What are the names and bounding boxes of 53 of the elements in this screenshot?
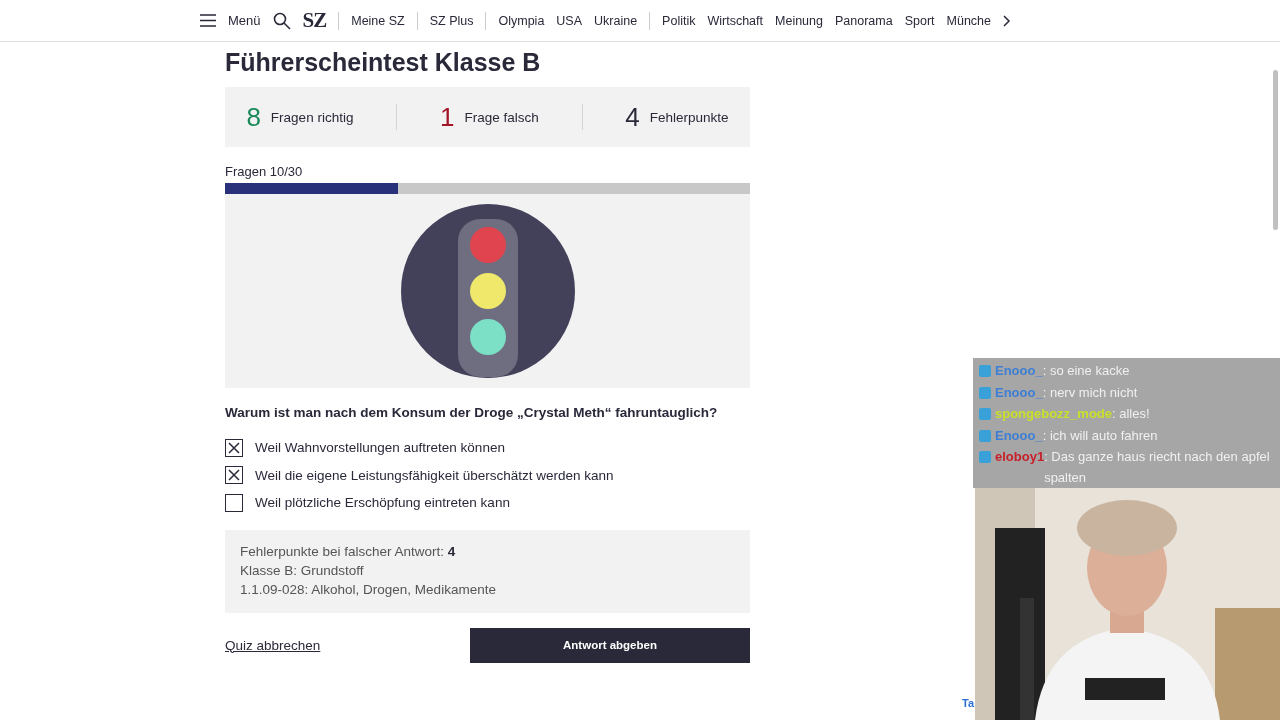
chat-username: Enooo_ xyxy=(995,383,1043,402)
chat-username: Enooo_ xyxy=(995,426,1043,445)
menu-label[interactable]: Menü xyxy=(228,13,261,28)
chat-username: Enooo_ xyxy=(995,362,1043,380)
chat-message: : alles! xyxy=(1112,405,1151,423)
page-title: Führerscheintest Klasse B xyxy=(225,48,542,77)
cancel-quiz-link[interactable]: Quiz abbrechen xyxy=(225,637,321,653)
answer-label[interactable]: Weil die eigene Leistungsfähigkeit überschätzt werden kann xyxy=(255,467,614,483)
info-text: 1.1.09-028: Alkohol, Drogen, Medikamente xyxy=(240,581,497,597)
answer-checkbox[interactable] xyxy=(225,438,243,457)
scrollbar[interactable] xyxy=(1273,70,1278,230)
nav-link[interactable]: Wirtschaft xyxy=(707,13,763,28)
score-label: Frage falsch xyxy=(464,109,539,125)
chat-badge-icon xyxy=(979,408,991,420)
score-label: Fragen richtig xyxy=(270,109,354,125)
answer-checkbox[interactable] xyxy=(225,466,243,485)
nav-link[interactable]: Politik xyxy=(662,13,696,28)
nav-link[interactable]: SZ Plus xyxy=(429,13,474,28)
score-number: 1 xyxy=(439,101,455,133)
info-text: Fehlerpunkte bei falscher Antwort: 4 xyxy=(240,543,457,559)
logo[interactable]: SZ xyxy=(302,8,327,33)
score-label: Fehlerpunkte xyxy=(649,109,729,125)
question-text: Warum ist man nach dem Konsum der Droge „Crystal Meth“ fahruntauglich? xyxy=(225,405,719,420)
chat-message: : so eine kacke xyxy=(1042,362,1131,380)
chat-badge-icon xyxy=(979,429,991,442)
nav-link[interactable]: Münche xyxy=(946,13,992,28)
nav-link[interactable]: Olympia xyxy=(498,13,545,28)
score-number: 8 xyxy=(246,101,261,133)
nav-link[interactable]: Ukraine xyxy=(594,13,638,28)
answer-checkbox[interactable] xyxy=(225,493,243,512)
submit-answer-button[interactable]: Antwort abgeben xyxy=(470,627,750,663)
score-number: 4 xyxy=(625,101,640,133)
chat-message: : nerv mich nicht xyxy=(1042,383,1139,402)
chat-badge-icon xyxy=(979,386,991,399)
menu-icon[interactable] xyxy=(200,14,216,27)
search-icon[interactable] xyxy=(272,11,291,30)
info-text: Klasse B: Grundstoff xyxy=(240,562,365,578)
nav-link[interactable]: Meinung xyxy=(775,13,823,28)
nav-link[interactable]: Panorama xyxy=(834,13,893,28)
nav-link[interactable]: Meine SZ xyxy=(351,13,405,28)
answer-label[interactable]: Weil plötzliche Erschöpfung eintreten kann xyxy=(255,495,510,511)
chat-message: : Das ganze haus riecht nach den apfel spalten xyxy=(1044,448,1271,487)
chat-username: spongebozz_mode xyxy=(995,405,1112,423)
nav-link[interactable]: USA xyxy=(556,13,583,28)
chevron-right-icon[interactable] xyxy=(1003,14,1012,27)
progress-label: Fragen 10/30 xyxy=(225,164,304,179)
chat-badge-icon xyxy=(979,451,991,463)
traffic-light-icon xyxy=(399,203,576,379)
chat-message: : ich will auto fahren xyxy=(1042,426,1159,445)
nav-link[interactable]: Sport xyxy=(904,13,935,28)
chat-badge-icon xyxy=(979,365,991,377)
overlay-text: Ta xyxy=(962,697,975,709)
answer-label[interactable]: Weil Wahnvorstellungen auftreten können xyxy=(255,440,505,456)
